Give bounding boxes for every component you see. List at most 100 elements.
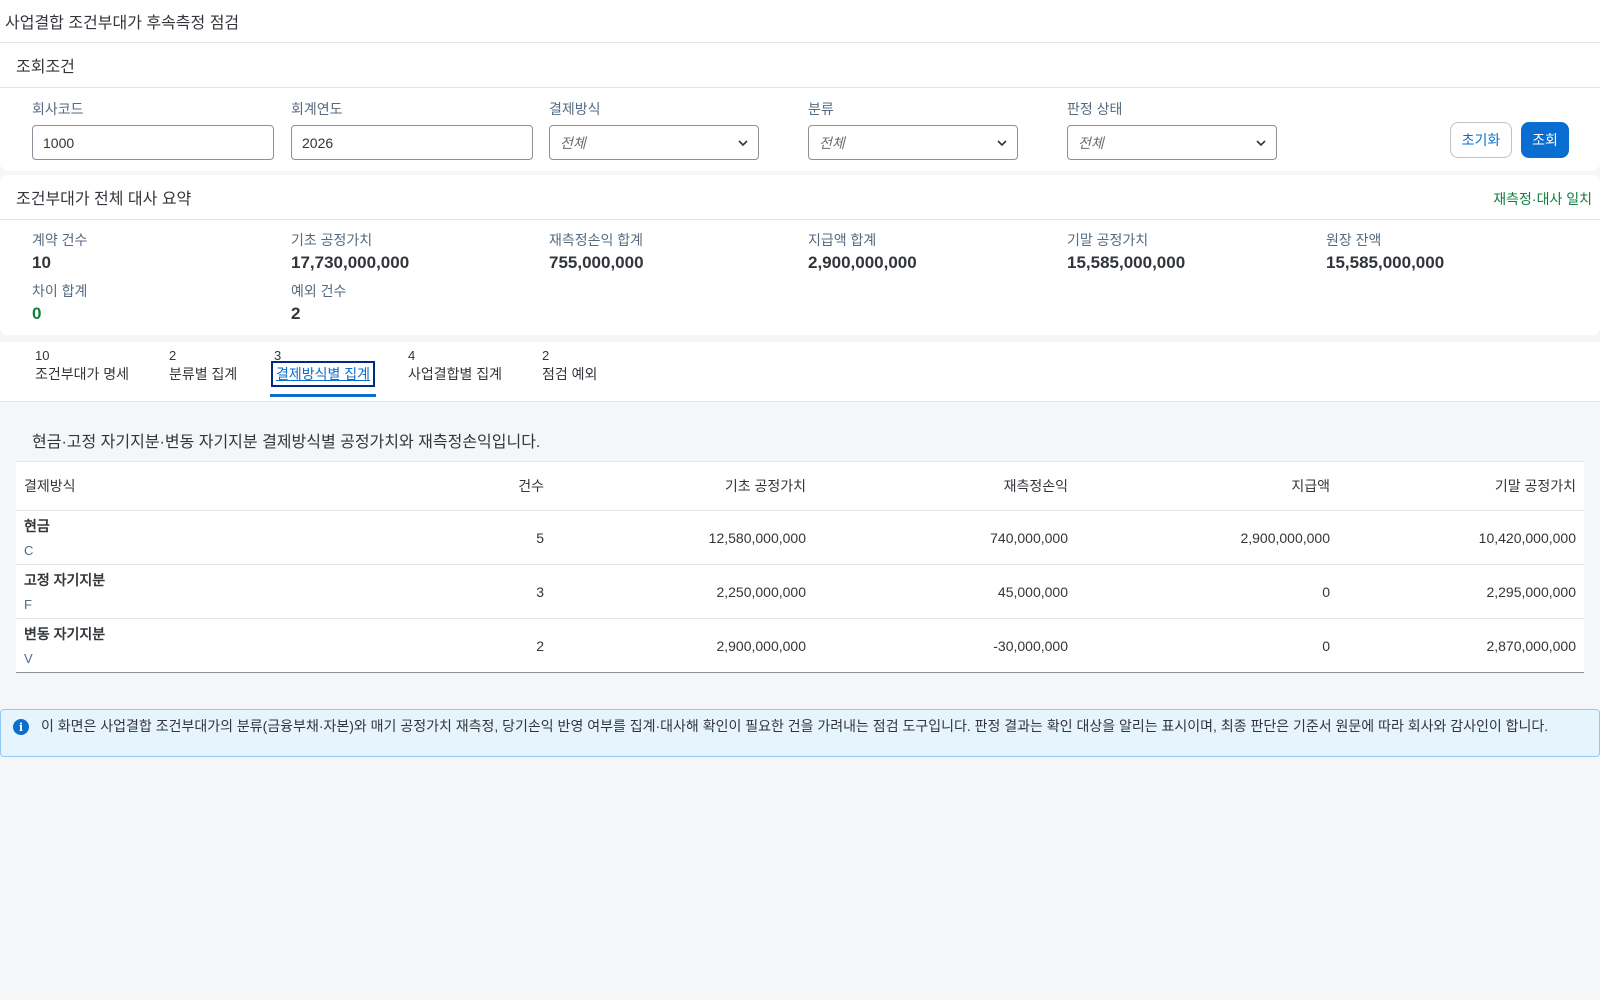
settlement-method-label: 결제방식 [549, 101, 601, 117]
filter-bar: 회사코드 1000 회계연도 2026 결제방식 전체 분류 전체 판정 상태 … [0, 88, 1600, 171]
column-header-paid[interactable]: 지급액 [1076, 461, 1338, 511]
tab-label: 분류별 집계 [169, 366, 238, 382]
kpi-label: 기말 공정가치 [1067, 232, 1149, 248]
kpi-label: 기초 공정가치 [291, 232, 373, 248]
kpi-ledger-balance: 원장 잔액 15,585,000,000 [1326, 230, 1444, 273]
tab-label: 결제방식별 집계 [270, 361, 376, 387]
info-message-text: 이 화면은 사업결합 조건부대가의 분류(금융부채·자본)와 매기 공정가치 재… [41, 718, 1549, 734]
method-name: 변동 자기지분 [24, 626, 106, 642]
settlement-method-table: 결제방식 건수 기초 공정가치 재측정손익 지급액 기말 공정가치 현금 C 5… [16, 461, 1584, 673]
content-description: 현금·고정 자기지분·변동 자기지분 결제방식별 공정가치와 재측정손익입니다. [32, 434, 541, 451]
column-header-opening[interactable]: 기초 공정가치 [552, 461, 814, 511]
kpi-remeasurement-total: 재측정손익 합계 755,000,000 [549, 230, 644, 273]
search-button[interactable]: 조회 [1521, 122, 1569, 158]
chevron-down-icon [997, 139, 1007, 146]
method-cell: 변동 자기지분 V [16, 619, 436, 673]
method-cell: 고정 자기지분 F [16, 564, 436, 619]
kpi-closing-fair-value: 기말 공정가치 15,585,000,000 [1067, 230, 1185, 273]
kpi-exception-count: 예외 건수 2 [291, 281, 346, 324]
column-header-method[interactable]: 결제방식 [16, 461, 436, 511]
info-message-strip: i 이 화면은 사업결합 조건부대가의 분류(금융부채·자본)와 매기 공정가치… [0, 709, 1600, 757]
judgement-status-label: 판정 상태 [1067, 101, 1123, 117]
judgement-status-field: 판정 상태 전체 [1067, 99, 1277, 160]
closing-cell: 2,295,000,000 [1338, 564, 1584, 619]
column-header-count[interactable]: 건수 [436, 461, 552, 511]
settlement-method-select[interactable]: 전체 [549, 125, 759, 160]
kpi-value: 17,730,000,000 [291, 253, 410, 272]
remeasure-cell: 740,000,000 [814, 510, 1076, 565]
tab-by-settlement-method[interactable]: 3 결제방식별 집계 [270, 348, 377, 397]
column-header-closing[interactable]: 기말 공정가치 [1338, 461, 1584, 511]
summary-panel-title: 조건부대가 전체 대사 요약 재측정·대사 일치 [0, 175, 1600, 220]
kpi-value: 15,585,000,000 [1326, 253, 1445, 272]
company-code-input[interactable]: 1000 [32, 125, 274, 160]
classification-select[interactable]: 전체 [808, 125, 1018, 160]
closing-cell: 10,420,000,000 [1338, 510, 1584, 565]
tab-count: 2 [542, 348, 550, 363]
method-code: V [24, 651, 33, 666]
method-code: C [24, 543, 34, 558]
kpi-value: 755,000,000 [549, 253, 644, 272]
filter-panel: 조회조건 회사코드 1000 회계연도 2026 결제방식 전체 분류 전체 판… [0, 43, 1600, 171]
column-header-remeasure[interactable]: 재측정손익 [814, 461, 1076, 511]
settlement-method-value: 전체 [560, 134, 586, 151]
tab-label: 사업결합별 집계 [408, 366, 503, 382]
fiscal-year-field: 회계연도 2026 [291, 99, 533, 160]
kpi-value: 2,900,000,000 [808, 253, 917, 272]
tab-count: 3 [274, 348, 282, 363]
kpi-value: 0 [32, 304, 42, 323]
kpi-value: 2 [291, 304, 301, 323]
method-name: 현금 [24, 518, 50, 534]
paid-cell: 0 [1322, 637, 1330, 654]
chevron-down-icon [1256, 139, 1266, 146]
fiscal-year-input[interactable]: 2026 [291, 125, 533, 160]
tab-contract-detail[interactable]: 10 조건부대가 명세 [35, 348, 129, 384]
closing-cell: 2,870,000,000 [1486, 637, 1576, 654]
kpi-label: 지급액 합계 [808, 232, 877, 248]
classification-label: 분류 [808, 101, 834, 117]
judgement-status-select[interactable]: 전체 [1067, 125, 1277, 160]
tab-count: 10 [35, 348, 50, 363]
paid-cell: 2,900,000,000 [1076, 510, 1338, 565]
table-row[interactable]: 현금 C 5 12,580,000,000 740,000,000 2,900,… [16, 510, 1584, 565]
info-icon: i [13, 719, 29, 735]
filter-title-text: 조회조건 [16, 59, 75, 76]
kpi-value: 15,585,000,000 [1067, 253, 1186, 272]
page-title: 사업결합 조건부대가 후속측정 점검 [5, 15, 240, 32]
classification-field: 분류 전체 [808, 99, 1018, 160]
judgement-status-value: 전체 [1078, 134, 1104, 151]
table-row[interactable]: 고정 자기지분 F 3 2,250,000,000 45,000,000 0 2… [16, 564, 1584, 619]
remeasure-cell: 45,000,000 [814, 564, 1076, 619]
tab-inspection-exceptions[interactable]: 2 점검 예외 [542, 348, 597, 384]
fiscal-year-label: 회계연도 [291, 101, 343, 117]
kpi-contract-count: 계약 건수 10 [32, 230, 87, 273]
chevron-down-icon [738, 139, 748, 146]
kpi-payment-total: 지급액 합계 2,900,000,000 [808, 230, 917, 273]
kpi-label: 예외 건수 [291, 283, 347, 299]
table-row[interactable]: 변동 자기지분 V 2 2,900,000,000 -30,000,000 0 … [16, 619, 1584, 673]
count-cell: 3 [436, 564, 552, 619]
tab-by-business-combination[interactable]: 4 사업결합별 집계 [408, 348, 502, 384]
tab-by-classification[interactable]: 2 분류별 집계 [169, 348, 237, 384]
opening-cell: 2,900,000,000 [716, 637, 806, 654]
kpi-label: 재측정손익 합계 [549, 232, 644, 248]
company-code-field: 회사코드 1000 [32, 99, 274, 160]
method-code: F [24, 597, 32, 612]
method-name: 고정 자기지분 [24, 572, 106, 588]
summary-panel: 조건부대가 전체 대사 요약 재측정·대사 일치 계약 건수 10 기초 공정가… [0, 175, 1600, 335]
kpi-difference-total: 차이 합계 0 [32, 281, 87, 324]
kpi-label: 원장 잔액 [1326, 232, 1382, 248]
kpi-label: 차이 합계 [32, 283, 88, 299]
tab-label: 점검 예외 [542, 366, 598, 382]
kpi-label: 계약 건수 [32, 232, 88, 248]
opening-cell: 12,580,000,000 [552, 510, 814, 565]
settlement-method-field: 결제방식 전체 [549, 99, 759, 160]
paid-cell: 0 [1076, 564, 1338, 619]
tab-bar: 10 조건부대가 명세 2 분류별 집계 3 결제방식별 집계 4 사업결합별 … [0, 342, 1600, 402]
table-header-row: 결제방식 건수 기초 공정가치 재측정손익 지급액 기말 공정가치 [16, 461, 1584, 511]
reconciliation-status: 재측정·대사 일치 [1493, 191, 1592, 207]
reset-button[interactable]: 초기화 [1450, 122, 1512, 158]
active-tab-indicator [270, 394, 377, 397]
kpi-opening-fair-value: 기초 공정가치 17,730,000,000 [291, 230, 409, 273]
kpi-value: 10 [32, 253, 51, 272]
